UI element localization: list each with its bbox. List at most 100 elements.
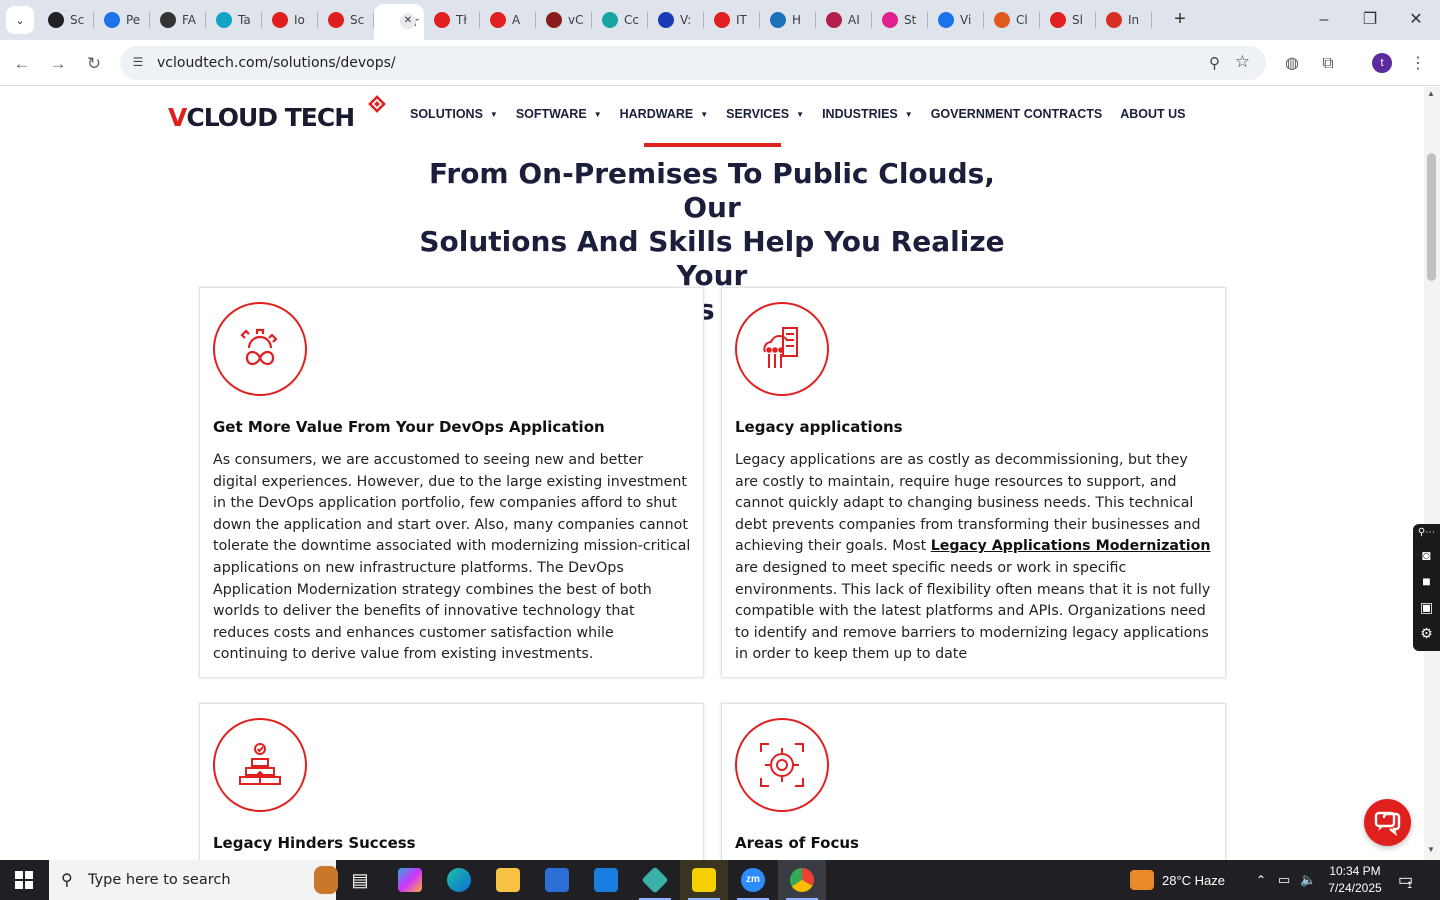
scroll-up-arrow-icon[interactable]: ▲	[1427, 89, 1435, 98]
tab-label: Tł	[456, 13, 467, 27]
page-scrollbar[interactable]: ▲ ▼	[1424, 87, 1440, 860]
browser-tab[interactable]: AI	[816, 0, 872, 40]
browser-tab[interactable]: Ta	[206, 0, 262, 40]
browser-tab[interactable]: Vi	[928, 0, 984, 40]
menu-icon[interactable]: ⋮	[1406, 52, 1430, 76]
video-icon[interactable]: ■	[1413, 568, 1440, 594]
chat-button[interactable]	[1364, 799, 1411, 846]
nav-item-label: ABOUT US	[1120, 107, 1186, 121]
tab-label: V:	[680, 13, 692, 27]
edge-app[interactable]	[435, 860, 483, 900]
sticky-notes-app[interactable]	[680, 860, 728, 900]
logo-spark-icon	[368, 95, 386, 113]
tab-favicon-icon	[216, 12, 232, 28]
maximize-button[interactable]: ❐	[1347, 6, 1393, 34]
browser-tab[interactable]: Sc	[38, 0, 94, 40]
more-tools-icon[interactable]: ⚲⋯	[1413, 524, 1440, 542]
browser-tab[interactable]: Sc	[318, 0, 374, 40]
nav-item[interactable]: SOFTWARE ▼	[516, 107, 602, 121]
close-window-button[interactable]: ✕	[1393, 6, 1439, 34]
tab-label: Io	[294, 13, 305, 27]
tab-label: AI	[848, 13, 860, 27]
browser-tab[interactable]: Tł	[424, 0, 480, 40]
mail-app[interactable]	[582, 860, 630, 900]
network-icon[interactable]: ▭	[1278, 860, 1290, 900]
browser-tab[interactable]: Cc	[592, 0, 648, 40]
browser-tab[interactable]: vC	[536, 0, 592, 40]
tab-favicon-icon	[714, 12, 730, 28]
close-tab-icon[interactable]: ✕	[400, 13, 416, 29]
browser-tab[interactable]: A	[480, 0, 536, 40]
browser-tab[interactable]: Er✕	[374, 4, 424, 40]
translate-icon[interactable]: ◍	[1280, 52, 1304, 76]
clock-time: 10:34 PM	[1329, 864, 1381, 878]
card-body: As consumers, we are accustomed to seein…	[213, 452, 691, 663]
tab-favicon-icon	[1106, 12, 1122, 28]
taskbar-search[interactable]: ⚲ Type here to search	[49, 860, 338, 900]
url-text[interactable]: vcloudtech.com/solutions/devops/	[157, 55, 396, 71]
weather-widget[interactable]: 28°C Haze	[1130, 860, 1225, 900]
sticky-notes-icon	[692, 868, 716, 892]
diamond-app[interactable]	[631, 860, 679, 900]
tab-label: Sc	[350, 13, 365, 27]
task-view-button[interactable]: ▤	[336, 860, 384, 900]
windows-taskbar: ⚲ Type here to search ▤ zm 28°C Haze ⌃ ▭…	[0, 860, 1440, 900]
browser-tab[interactable]: IT	[704, 0, 760, 40]
search-icon: ⚲	[61, 872, 73, 889]
heading-line-2: Solutions And Skills Help You Realize Yo…	[419, 225, 1005, 292]
nav-item[interactable]: GOVERNMENT CONTRACTS	[931, 107, 1103, 121]
legacy-modernization-link[interactable]: Legacy Applications Modernization	[931, 538, 1211, 554]
cloud-server-icon	[735, 302, 829, 396]
clock-date: 7/24/2025	[1328, 881, 1382, 895]
chrome-app[interactable]	[778, 860, 826, 900]
tab-favicon-icon	[602, 12, 618, 28]
extensions-icon[interactable]: ⧉	[1316, 52, 1340, 76]
file-explorer-app[interactable]	[484, 860, 532, 900]
address-bar[interactable]: ☰ vcloudtech.com/solutions/devops/ ⚲ ☆	[120, 46, 1266, 80]
nav-item[interactable]: HARDWARE ▼	[620, 107, 709, 121]
volume-icon[interactable]: 🔈	[1300, 860, 1316, 900]
card-areas-of-focus: Areas of Focus	[721, 703, 1226, 860]
window-icon[interactable]: ▣	[1413, 594, 1440, 620]
reload-button[interactable]: ↻	[82, 52, 106, 76]
browser-tab[interactable]: V:	[648, 0, 704, 40]
browser-tab[interactable]: Pe	[94, 0, 150, 40]
browser-tab[interactable]: Cl	[984, 0, 1040, 40]
bookmark-star-icon[interactable]: ☆	[1235, 52, 1250, 72]
browser-tab[interactable]: FA	[150, 0, 206, 40]
zoom-icon: zm	[741, 868, 765, 892]
nav-item[interactable]: SOLUTIONS ▼	[410, 107, 498, 121]
camera-icon[interactable]: ◙	[1413, 542, 1440, 568]
tab-search-button[interactable]: ⌄	[6, 6, 34, 34]
back-button[interactable]: ←	[10, 52, 34, 76]
store-app[interactable]	[533, 860, 581, 900]
scroll-down-arrow-icon[interactable]: ▼	[1427, 845, 1435, 854]
nav-item[interactable]: ABOUT US	[1120, 107, 1185, 121]
card-title: Areas of Focus	[735, 834, 859, 852]
minimize-button[interactable]: –	[1301, 6, 1347, 34]
system-clock[interactable]: 10:34 PM 7/24/2025	[1322, 863, 1388, 897]
nav-item[interactable]: INDUSTRIES ▼	[822, 107, 913, 121]
scrollbar-thumb[interactable]	[1427, 153, 1436, 281]
copilot-app[interactable]	[386, 860, 434, 900]
browser-tab[interactable]: In	[1096, 0, 1152, 40]
profile-avatar[interactable]: t	[1372, 53, 1392, 73]
browser-tab[interactable]: St	[872, 0, 928, 40]
zoom-app[interactable]: zm	[729, 860, 777, 900]
tab-label: IT	[736, 13, 747, 27]
browser-tab[interactable]: Sl	[1040, 0, 1096, 40]
zoom-icon[interactable]: ⚲	[1209, 54, 1220, 72]
tab-label: vC	[568, 13, 584, 27]
card-body-text: are designed to meet specific needs or w…	[735, 559, 1211, 663]
new-tab-button[interactable]: +	[1170, 8, 1190, 32]
start-button[interactable]	[0, 860, 48, 900]
nav-item[interactable]: SERVICES ▼	[726, 107, 804, 121]
browser-tab[interactable]: Io	[262, 0, 318, 40]
caret-down-icon: ▼	[489, 109, 498, 119]
browser-tab[interactable]: H	[760, 0, 816, 40]
show-hidden-icons-button[interactable]: ⌃	[1256, 860, 1266, 900]
notifications-button[interactable]: ▭ 1	[1398, 860, 1413, 900]
site-info-icon[interactable]: ☰	[130, 55, 146, 71]
forward-button[interactable]: →	[46, 52, 70, 76]
settings-gear-icon[interactable]: ⚙	[1413, 620, 1440, 646]
